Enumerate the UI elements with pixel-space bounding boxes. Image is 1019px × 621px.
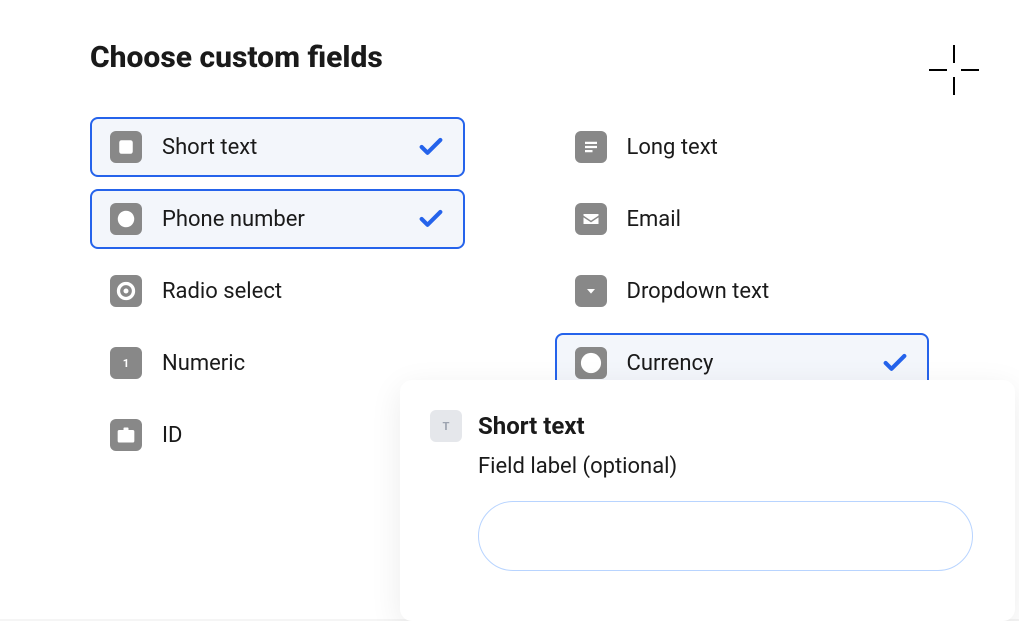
long-text-icon <box>575 131 607 163</box>
svg-text:$: $ <box>587 357 594 372</box>
page-title: Choose custom fields <box>90 40 929 75</box>
field-option-short-text[interactable]: T Short text <box>90 117 465 177</box>
id-icon <box>110 419 142 451</box>
field-label: Numeric <box>162 351 445 376</box>
field-option-radio-select[interactable]: Radio select <box>90 261 465 321</box>
field-label: Radio select <box>162 279 445 304</box>
currency-icon: $ <box>575 347 607 379</box>
radio-icon <box>110 275 142 307</box>
text-icon: T <box>430 410 462 442</box>
field-label: Short text <box>162 135 417 160</box>
field-option-dropdown-text[interactable]: Dropdown text <box>555 261 930 321</box>
svg-text:T: T <box>123 141 130 154</box>
svg-text:1: 1 <box>123 357 129 370</box>
field-option-phone-number[interactable]: Phone number <box>90 189 465 249</box>
check-icon <box>881 349 909 377</box>
field-option-long-text[interactable]: Long text <box>555 117 930 177</box>
field-label: Dropdown text <box>627 279 910 304</box>
phone-icon <box>110 203 142 235</box>
text-icon: T <box>110 131 142 163</box>
numeric-icon: 1 <box>110 347 142 379</box>
field-label: Currency <box>627 351 882 376</box>
email-icon <box>575 203 607 235</box>
popover-title: Short text <box>478 412 585 440</box>
popover-subtitle: Field label (optional) <box>478 454 975 479</box>
check-icon <box>417 133 445 161</box>
popover-header: T Short text <box>430 410 975 442</box>
dropdown-icon <box>575 275 607 307</box>
field-option-email[interactable]: Email <box>555 189 930 249</box>
field-label-input[interactable] <box>478 501 973 571</box>
crosshair-decoration <box>929 45 979 95</box>
field-label: Phone number <box>162 207 417 232</box>
field-config-popover: T Short text Field label (optional) <box>400 380 1015 621</box>
field-label: Long text <box>627 135 910 160</box>
svg-text:T: T <box>443 420 450 433</box>
field-label: Email <box>627 207 910 232</box>
check-icon <box>417 205 445 233</box>
